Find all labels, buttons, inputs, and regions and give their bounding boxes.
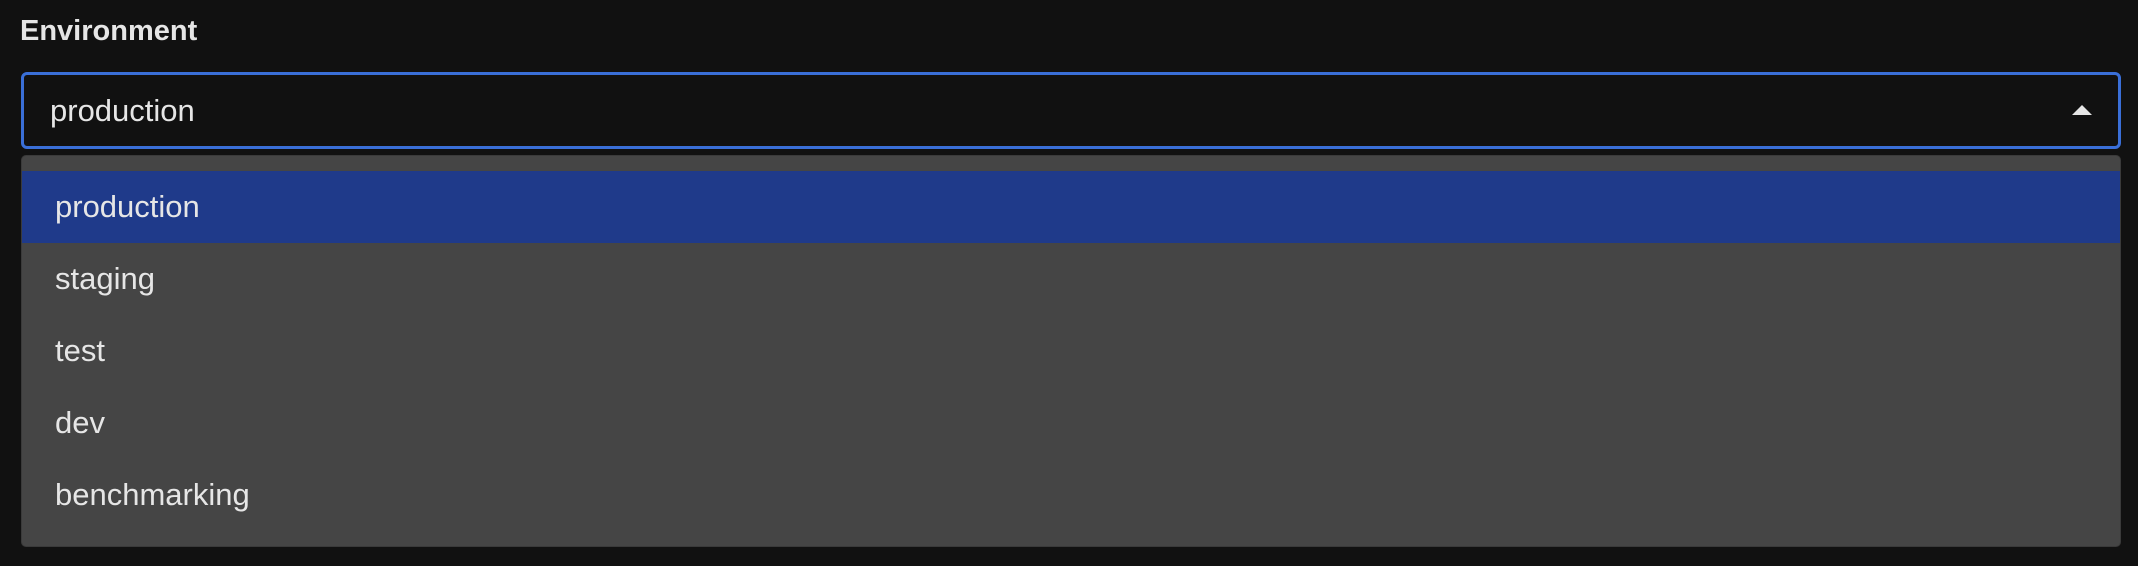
option-benchmarking[interactable]: benchmarking	[22, 459, 2120, 531]
dropdown-menu: production staging test dev benchmarking	[21, 155, 2121, 547]
environment-label: Environment	[20, 15, 198, 47]
option-dev[interactable]: dev	[22, 387, 2120, 459]
option-staging[interactable]: staging	[22, 243, 2120, 315]
option-production[interactable]: production	[22, 171, 2120, 243]
option-test[interactable]: test	[22, 315, 2120, 387]
caret-up-icon[interactable]	[2072, 105, 2092, 115]
selected-value: production	[50, 93, 195, 128]
environment-select[interactable]: production	[21, 72, 2121, 149]
